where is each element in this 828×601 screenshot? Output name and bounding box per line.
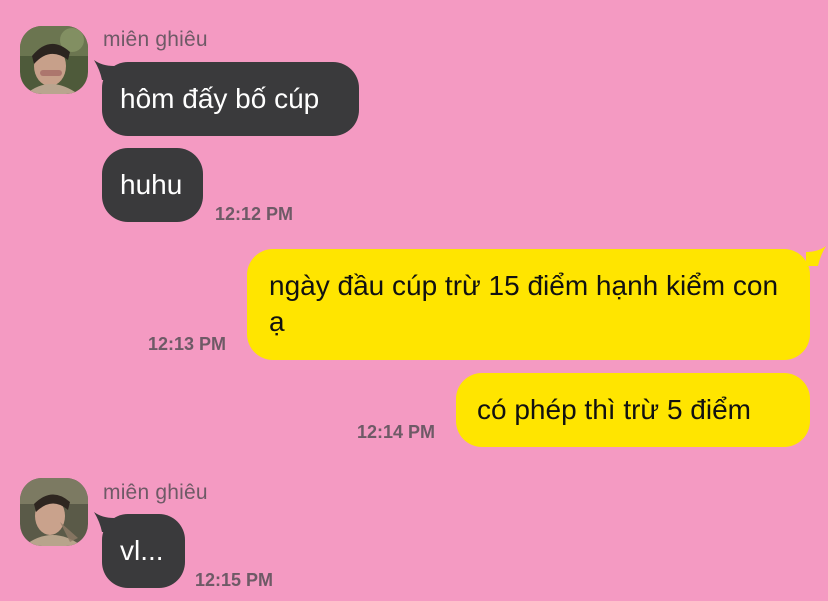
message-timestamp: 12:12 PM — [215, 204, 294, 224]
bubble-tail — [806, 246, 826, 266]
message-timestamp: 12:13 PM — [148, 334, 227, 354]
incoming-message[interactable]: huhu — [102, 148, 203, 222]
sender-avatar[interactable] — [20, 478, 88, 546]
message-text: huhu — [120, 169, 183, 200]
incoming-message[interactable]: vl... — [102, 514, 185, 588]
message-timestamp: 12:15 PM — [195, 570, 274, 590]
message-text: có phép thì trừ 5 điểm — [477, 394, 751, 425]
outgoing-message[interactable]: có phép thì trừ 5 điểm — [456, 373, 810, 447]
message-timestamp: 12:14 PM — [357, 422, 436, 442]
sender-name: miên ghiêu — [103, 481, 208, 504]
message-text: ngày đầu cúp trừ 15 điểm hạnh kiểm con ạ — [269, 270, 779, 337]
message-text: vl... — [120, 535, 164, 566]
message-text: hôm đấy bố cúp — [120, 83, 320, 114]
outgoing-message[interactable]: ngày đầu cúp trừ 15 điểm hạnh kiểm con ạ — [247, 249, 810, 360]
sender-name: miên ghiêu — [103, 28, 208, 51]
sender-avatar[interactable] — [20, 26, 88, 94]
incoming-message[interactable]: hôm đấy bố cúp — [102, 62, 359, 136]
